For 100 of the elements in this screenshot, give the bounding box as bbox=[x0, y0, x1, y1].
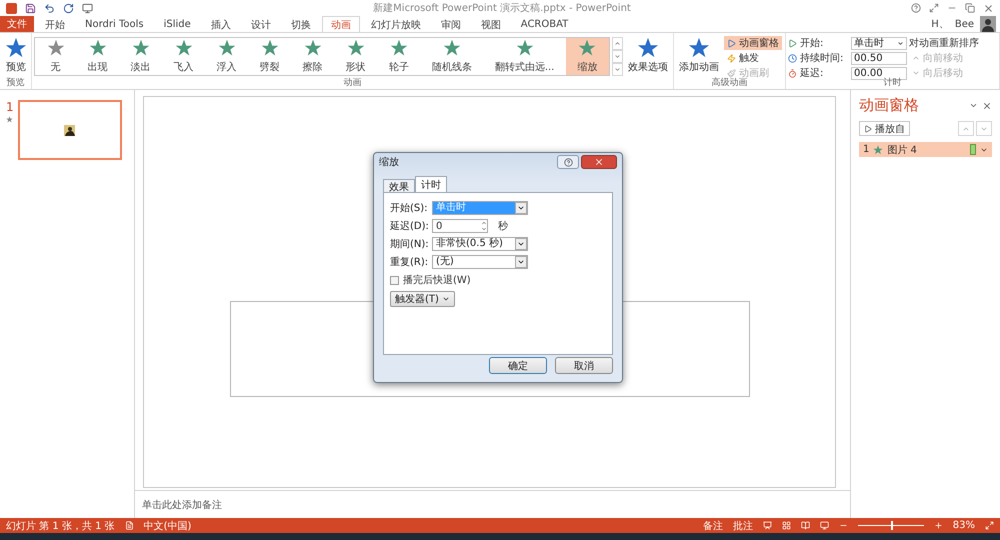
close-button[interactable] bbox=[581, 155, 617, 169]
caret-icon bbox=[442, 295, 450, 303]
animation-option[interactable]: 轮子 bbox=[377, 38, 420, 75]
account-name[interactable]: Bee bbox=[954, 18, 974, 30]
account-name[interactable]: H、 bbox=[931, 17, 949, 31]
cancel-button[interactable]: 取消 bbox=[555, 357, 613, 374]
zoom-thumb[interactable] bbox=[890, 521, 893, 530]
group-label: 动画 bbox=[342, 77, 362, 89]
field-label: 持续时间: bbox=[800, 52, 844, 65]
comments-button[interactable]: 批注 bbox=[732, 518, 753, 532]
redo-icon[interactable] bbox=[63, 2, 74, 14]
effect-options-button[interactable]: 效果选项 bbox=[625, 35, 671, 77]
caret-icon bbox=[517, 204, 525, 212]
group-label: 高级动画 bbox=[710, 78, 748, 89]
fit-icon[interactable] bbox=[985, 521, 994, 530]
star-icon bbox=[5, 37, 27, 59]
sorter-view-icon[interactable] bbox=[782, 521, 791, 530]
close-icon[interactable] bbox=[982, 100, 992, 110]
undo-icon[interactable] bbox=[44, 2, 55, 14]
zoom-in-icon[interactable] bbox=[934, 521, 943, 530]
caret-icon bbox=[517, 240, 525, 248]
animation-star-icon bbox=[6, 116, 14, 123]
pane-title: 动画窗格 bbox=[859, 96, 920, 115]
ribbon-display-icon[interactable] bbox=[929, 3, 939, 13]
close-icon[interactable] bbox=[983, 2, 994, 14]
scroll-up-button[interactable] bbox=[612, 37, 623, 50]
window-title: 新建Microsoft PowerPoint 演示文稿.pptx - PowerPoint bbox=[372, 2, 632, 15]
start-dropdown[interactable]: 单击时 bbox=[851, 36, 907, 50]
star-icon bbox=[174, 39, 193, 57]
field-label: 延迟(D): bbox=[390, 220, 428, 233]
notes-button[interactable]: 备注 bbox=[702, 518, 723, 532]
star-icon bbox=[688, 37, 710, 59]
field-label: 延迟: bbox=[800, 67, 824, 80]
help-icon bbox=[564, 158, 572, 166]
animation-option[interactable]: 擦除 bbox=[291, 38, 334, 75]
play-from-button[interactable]: 播放自 bbox=[859, 121, 910, 136]
dropdown-button[interactable] bbox=[515, 238, 527, 250]
caret-icon bbox=[517, 258, 525, 266]
app-logo-icon bbox=[6, 2, 17, 14]
dialog-tab[interactable]: 效果 bbox=[383, 179, 415, 192]
zoom-level[interactable]: 83% bbox=[952, 520, 975, 531]
save-button[interactable] bbox=[25, 2, 36, 14]
spin-up-icon bbox=[481, 220, 487, 226]
animation-option[interactable]: 随机线条 bbox=[420, 38, 484, 75]
star-icon bbox=[873, 144, 884, 154]
animation-option[interactable]: 劈裂 bbox=[248, 38, 292, 75]
animation-option[interactable]: 缩放 bbox=[566, 38, 609, 75]
field-label: 开始(S): bbox=[390, 202, 428, 215]
add-animation-button[interactable]: 添加动画 bbox=[676, 35, 722, 77]
field-label: 期间(N): bbox=[390, 238, 428, 251]
trigger-button[interactable]: 触发 bbox=[724, 51, 782, 65]
triggers-button[interactable]: 触发器(T) bbox=[390, 291, 455, 307]
restore-icon[interactable] bbox=[965, 3, 975, 13]
star-icon bbox=[46, 39, 65, 57]
help-icon[interactable] bbox=[911, 3, 921, 13]
dropdown-button[interactable] bbox=[515, 202, 527, 214]
caret-icon bbox=[897, 40, 904, 46]
dropdown-field[interactable]: (无) bbox=[432, 255, 528, 269]
reading-view-icon[interactable] bbox=[800, 521, 810, 530]
ribbon-tab[interactable]: 动画 bbox=[322, 16, 360, 32]
normal-view-icon[interactable] bbox=[762, 521, 772, 530]
spelling-icon[interactable] bbox=[124, 521, 134, 530]
spinner-field[interactable]: 0 bbox=[432, 219, 488, 233]
file-tab[interactable]: 文件 bbox=[0, 16, 34, 32]
dialog-tab[interactable]: 计时 bbox=[415, 176, 447, 192]
star-icon bbox=[390, 39, 408, 57]
help-button[interactable] bbox=[557, 155, 579, 169]
star-icon bbox=[346, 39, 365, 57]
animation-option[interactable]: 出现 bbox=[76, 38, 120, 75]
unit-label: 秒 bbox=[498, 220, 508, 233]
animation-option[interactable]: 飞入 bbox=[162, 38, 206, 75]
dropdown-button[interactable] bbox=[515, 256, 527, 268]
more-button[interactable] bbox=[612, 63, 623, 76]
slide-thumbnail[interactable] bbox=[18, 100, 122, 160]
scroll-down-button[interactable] bbox=[612, 50, 623, 63]
slide-info: 幻灯片 第 1 张，共 1 张 bbox=[6, 520, 115, 532]
notes-placeholder[interactable]: 单击此处添加备注 bbox=[142, 498, 222, 512]
duration-field[interactable]: 00.50 bbox=[851, 52, 907, 64]
field-label: 重复(R): bbox=[390, 256, 428, 269]
preview-button[interactable]: 预览 bbox=[2, 35, 30, 77]
animation-option[interactable]: 翻转式由远... bbox=[483, 38, 566, 75]
dropdown-field[interactable]: 非常快(0.5 秒) bbox=[432, 237, 528, 251]
animation-option[interactable]: 淡出 bbox=[119, 38, 162, 75]
clock-icon bbox=[788, 54, 797, 62]
animation-option[interactable]: 浮入 bbox=[205, 38, 248, 75]
animation-option[interactable]: 形状 bbox=[334, 38, 378, 75]
reorder-title: 对动画重新排序 bbox=[909, 36, 979, 50]
avatar[interactable] bbox=[980, 16, 996, 32]
slideshow-icon[interactable] bbox=[820, 521, 829, 530]
play-icon bbox=[727, 38, 736, 48]
ok-button[interactable]: 确定 bbox=[489, 357, 547, 374]
language[interactable]: 中文(中国) bbox=[144, 518, 192, 532]
play-icon bbox=[788, 38, 797, 48]
pane-menu-icon[interactable] bbox=[969, 101, 978, 110]
animation-option[interactable]: 无 bbox=[35, 38, 76, 75]
checkbox[interactable] bbox=[390, 276, 399, 284]
monitor-icon[interactable] bbox=[82, 2, 93, 14]
animation-item[interactable]: 1 图片 4 bbox=[859, 142, 992, 157]
animation-pane-button[interactable]: 动画窗格 bbox=[724, 36, 782, 50]
star-icon bbox=[637, 37, 659, 59]
